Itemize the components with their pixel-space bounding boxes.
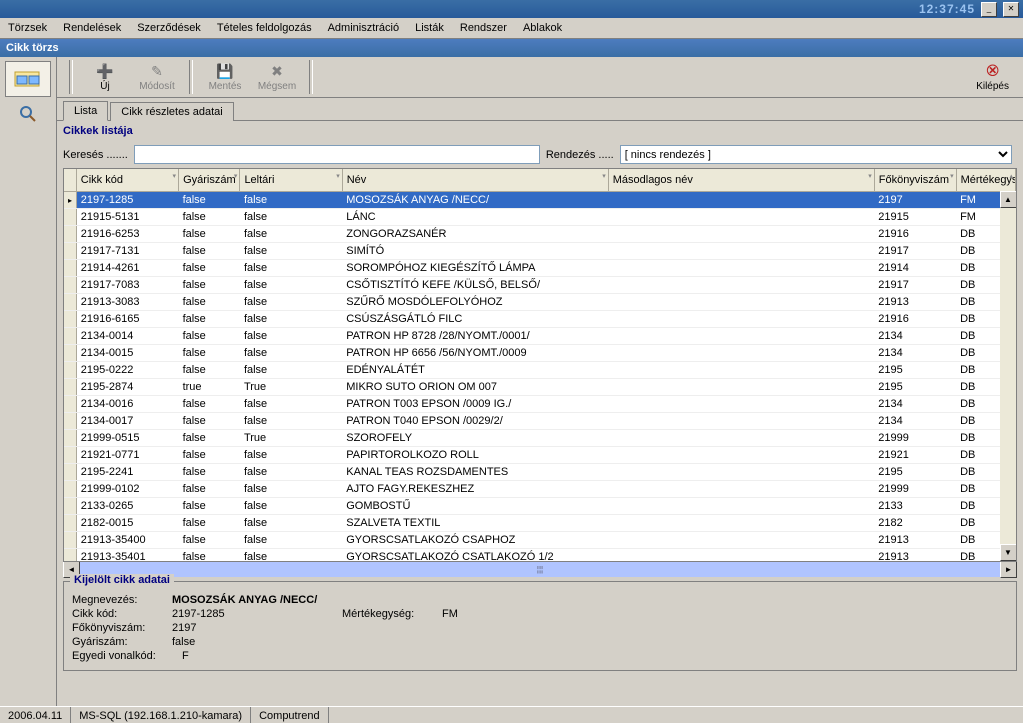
col-kod[interactable]: Cikk kód▾ — [76, 169, 178, 192]
label-gyari: Gyáriszám: — [72, 636, 162, 648]
left-toolbar — [0, 57, 57, 706]
table-row[interactable]: 21917-7131falsefalseSIMÍTÓ21917DB — [64, 243, 1016, 260]
tab-bar: Lista Cikk részletes adatai — [57, 98, 1023, 121]
table-row[interactable]: 21917-7083falsefalseCSŐTISZTÍTÓ KEFE /KÜ… — [64, 277, 1016, 294]
search-icon[interactable] — [14, 101, 42, 127]
close-button[interactable]: ✕ — [1003, 2, 1019, 17]
table-row[interactable]: 21914-4261falsefalseSOROMPÓHOZ KIEGÉSZÍT… — [64, 260, 1016, 277]
col-gyari[interactable]: Gyáriszám▾ — [179, 169, 240, 192]
value-megnev: MOSOZSÁK ANYAG /NECC/ — [172, 594, 317, 606]
search-label: Keresés ....... — [63, 149, 128, 161]
status-bar: 2006.04.11 MS-SQL (192.168.1.210-kamara)… — [0, 706, 1023, 723]
table-row[interactable]: 21999-0102falsefalseAJTO FAGY.REKESZHEZ2… — [64, 481, 1016, 498]
cancel-icon: ✖ — [271, 63, 283, 81]
menu-szerzodesek[interactable]: Szerződések — [129, 19, 209, 37]
value-mertek: FM — [442, 608, 458, 620]
value-kod: 2197-1285 — [172, 608, 332, 620]
col-leltari[interactable]: Leltári▾ — [240, 169, 342, 192]
menu-listak[interactable]: Listák — [407, 19, 452, 37]
menu-ablakok[interactable]: Ablakok — [515, 19, 570, 37]
label-vonal: Egyedi vonalkód: — [72, 650, 172, 662]
scroll-down-icon[interactable]: ▼ — [1000, 544, 1017, 561]
minimize-button[interactable]: _ — [981, 2, 997, 17]
exit-button[interactable]: ⮿ Kilépés — [976, 63, 1009, 92]
new-button[interactable]: ➕ Új — [81, 63, 129, 92]
menu-torzsek[interactable]: Törzsek — [0, 19, 55, 37]
clock: 12:37:45 — [919, 2, 975, 16]
tab-lista[interactable]: Lista — [63, 101, 108, 121]
data-grid: Cikk kód▾ Gyáriszám▾ Leltári▾ Név▾ Másod… — [63, 168, 1017, 562]
table-row[interactable]: 21913-35400falsefalseGYORSCSATLAKOZÓ CSA… — [64, 532, 1016, 549]
detail-panel: Kijelölt cikk adatai Megnevezés: MOSOZSÁ… — [63, 581, 1017, 671]
title-bar: 12:37:45 _ ✕ — [0, 0, 1023, 18]
table-row[interactable]: 2134-0017falsefalsePATRON T040 EPSON /00… — [64, 413, 1016, 430]
save-button[interactable]: 💾 Mentés — [201, 63, 249, 92]
column-header-row: Cikk kód▾ Gyáriszám▾ Leltári▾ Név▾ Másod… — [64, 169, 1016, 192]
table-row[interactable]: 21913-35401falsefalseGYORSCSATLAKOZÓ CSA… — [64, 549, 1016, 563]
list-title: Cikkek listája — [57, 121, 1023, 141]
value-gyari: false — [172, 636, 195, 648]
scroll-up-icon[interactable]: ▲ — [1000, 191, 1017, 208]
plus-icon: ➕ — [96, 63, 113, 81]
sort-icon: ▾ — [173, 172, 177, 180]
table-row[interactable]: 2134-0016falsefalsePATRON T003 EPSON /00… — [64, 396, 1016, 413]
sort-select[interactable]: [ nincs rendezés ] — [620, 145, 1012, 164]
table-row[interactable]: 21999-0515falseTrueSZOROFELY21999DB — [64, 430, 1016, 447]
table-row[interactable]: 2195-0222falsefalseEDÉNYALÁTÉT2195DB — [64, 362, 1016, 379]
label-kod: Cikk kód: — [72, 608, 162, 620]
value-vonal: F — [182, 650, 189, 662]
label-fokonyv: Főkönyviszám: — [72, 622, 162, 634]
exit-icon: ⮿ — [986, 63, 999, 81]
col-masod[interactable]: Másodlagos név▾ — [608, 169, 874, 192]
table-row[interactable]: 2134-0014falsefalsePATRON HP 8728 /28/NY… — [64, 328, 1016, 345]
menu-teteles[interactable]: Tételes feldolgozás — [209, 19, 320, 37]
scroll-right-icon[interactable]: ► — [1000, 561, 1017, 578]
label-mertek: Mértékegység: — [342, 608, 432, 620]
window-subtitle: Cikk törzs — [0, 39, 1023, 57]
col-nev[interactable]: Név▾ — [342, 169, 608, 192]
label-megnev: Megnevezés: — [72, 594, 162, 606]
toolbar: ➕ Új ✎ Módosít 💾 Mentés ✖ Mégsem ⮿ Kilép… — [57, 57, 1023, 98]
value-fokonyv: 2197 — [172, 622, 196, 634]
table-row[interactable]: 21913-3083falsefalseSZŰRŐ MOSDÓLEFOLYÓHO… — [64, 294, 1016, 311]
table-row[interactable]: 2182-0015falsefalseSZALVETA TEXTIL2182DB — [64, 515, 1016, 532]
tab-reszletes[interactable]: Cikk részletes adatai — [110, 102, 234, 121]
menu-admin[interactable]: Adminisztráció — [320, 19, 408, 37]
table-row[interactable]: 21916-6165falsefalseCSÚSZÁSGÁTLÓ FILC219… — [64, 311, 1016, 328]
col-fokonyv[interactable]: Főkönyviszám▾ — [874, 169, 956, 192]
vertical-scrollbar[interactable]: ▲ ▼ — [1000, 191, 1016, 561]
table-row[interactable]: 2133-0265falsefalseGOMBOSTŰ2133DB — [64, 498, 1016, 515]
table-row[interactable]: 2195-2241falsefalseKANAL TEAS ROZSDAMENT… — [64, 464, 1016, 481]
table-row[interactable]: 2195-2874trueTrueMIKRO SUTO ORION OM 007… — [64, 379, 1016, 396]
search-row: Keresés ....... Rendezés ..... [ nincs r… — [57, 141, 1023, 168]
status-vendor: Computrend — [251, 707, 329, 723]
col-mertek[interactable]: Mértékegys▴ — [956, 169, 1015, 192]
detail-title: Kijelölt cikk adatai — [70, 574, 174, 586]
table-row[interactable]: 21916-6253falsefalseZONGORAZSANÉR21916DB — [64, 226, 1016, 243]
cancel-button[interactable]: ✖ Mégsem — [253, 63, 301, 92]
folder-icon[interactable] — [5, 61, 51, 97]
menu-rendszer[interactable]: Rendszer — [452, 19, 515, 37]
menu-rendelesek[interactable]: Rendelések — [55, 19, 129, 37]
table-row[interactable]: 21915-5131falsefalseLÁNC21915FM — [64, 209, 1016, 226]
save-icon: 💾 — [216, 63, 233, 81]
table-row[interactable]: ▸2197-1285falsefalseMOSOZSÁK ANYAG /NECC… — [64, 192, 1016, 209]
edit-icon: ✎ — [151, 63, 163, 81]
horizontal-scrollbar[interactable]: ◄ ¦¦¦ ► — [63, 562, 1017, 577]
status-db: MS-SQL (192.168.1.210-kamara) — [71, 707, 251, 723]
search-input[interactable] — [134, 145, 540, 164]
menu-bar: Törzsek Rendelések Szerződések Tételes f… — [0, 18, 1023, 39]
sort-label: Rendezés ..... — [546, 149, 614, 161]
table-row[interactable]: 2134-0015falsefalsePATRON HP 6656 /56/NY… — [64, 345, 1016, 362]
table-row[interactable]: 21921-0771falsefalsePAPIRTOROLKOZO ROLL2… — [64, 447, 1016, 464]
edit-button[interactable]: ✎ Módosít — [133, 63, 181, 92]
status-date: 2006.04.11 — [0, 707, 71, 723]
